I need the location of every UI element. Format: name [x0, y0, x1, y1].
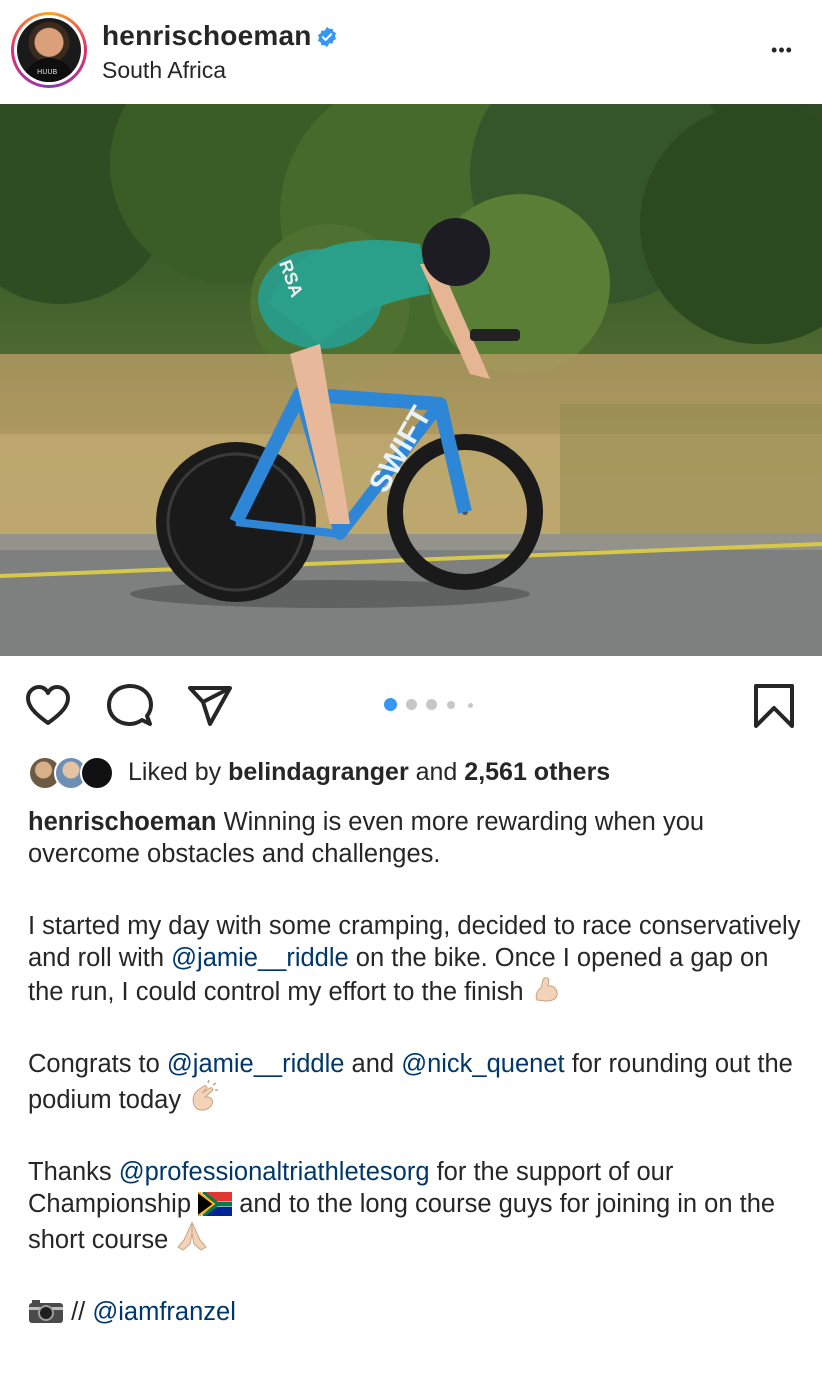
likes-prefix: Liked by: [128, 758, 222, 786]
likes-user-link[interactable]: belindagranger: [228, 758, 409, 786]
carousel-dot: [468, 703, 473, 708]
caption-text: Thanks: [28, 1158, 119, 1186]
caption-text: //: [64, 1298, 93, 1326]
caption-paragraph-3: Congrats to @jamie__riddle and @nick_que…: [28, 1048, 808, 1116]
bookmark-icon[interactable]: [750, 682, 798, 730]
triathlete-cycling-photo: SWIFT RSA: [0, 104, 822, 656]
mention-link[interactable]: @jamie__riddle: [167, 1050, 345, 1078]
mention-link[interactable]: @jamie__riddle: [171, 944, 349, 972]
post-photo[interactable]: SWIFT RSA: [0, 104, 822, 656]
south-africa-flag-emoji: [198, 1192, 233, 1216]
caption-paragraph-5: // @iamfranzel: [28, 1296, 808, 1328]
liker-avatar: [80, 756, 114, 790]
more-options-icon[interactable]: •••: [762, 30, 802, 70]
post-username[interactable]: henrischoeman: [102, 20, 312, 52]
clapping-hands-emoji: [192, 1080, 219, 1111]
heart-icon[interactable]: [24, 682, 72, 730]
carousel-dot-active: [384, 698, 397, 711]
post-location[interactable]: South Africa: [102, 57, 226, 84]
folded-hands-emoji: [177, 1221, 208, 1251]
caption-paragraph-4: Thanks @professionaltriathletesorg for t…: [28, 1156, 808, 1256]
story-ring-avatar[interactable]: HUUB: [11, 12, 87, 88]
share-icon[interactable]: [186, 682, 234, 730]
avatar[interactable]: HUUB: [17, 18, 81, 82]
mention-link[interactable]: @nick_quenet: [401, 1050, 564, 1078]
carousel-dot: [447, 701, 455, 709]
camera-emoji: [29, 1300, 63, 1323]
caption-author-link[interactable]: henrischoeman: [28, 808, 216, 836]
mention-link[interactable]: @professionaltriathletesorg: [119, 1158, 430, 1186]
caption-intro: henrischoeman Winning is even more rewar…: [28, 806, 808, 870]
likes-conjunction: and: [415, 758, 458, 786]
likes-count-link[interactable]: 2,561 others: [464, 758, 610, 786]
verified-badge-icon: [317, 26, 337, 48]
carousel-dot: [426, 699, 437, 710]
post-header: HUUB henrischoeman South Africa •••: [0, 0, 822, 104]
comment-icon[interactable]: [106, 682, 154, 730]
caption-text: and: [344, 1050, 402, 1078]
flexed-biceps-emoji: [535, 977, 558, 1002]
caption-paragraph-2: I started my day with some cramping, dec…: [28, 910, 808, 1008]
mention-link[interactable]: @iamfranzel: [92, 1298, 236, 1326]
likes-row[interactable]: Liked by belindagranger and 2,561 others: [28, 754, 808, 792]
carousel-dot: [406, 699, 417, 710]
avatar-shirt-text: HUUB: [37, 68, 58, 76]
caption-text: Congrats to: [28, 1050, 167, 1078]
post-caption: henrischoeman Winning is even more rewar…: [28, 806, 808, 1328]
